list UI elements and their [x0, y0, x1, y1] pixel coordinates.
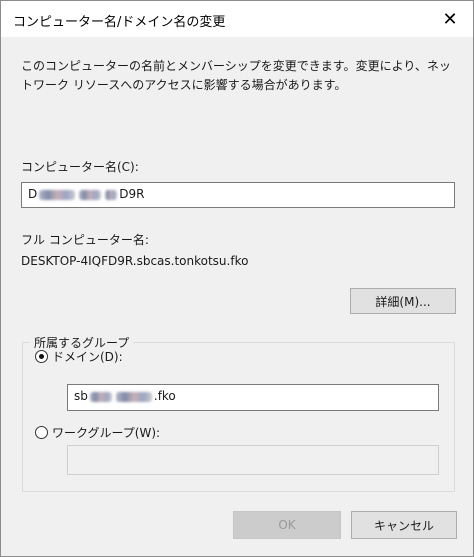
close-icon: ✕ — [442, 8, 458, 30]
workgroup-label[interactable]: ワークグループ(W): — [52, 424, 160, 441]
description-text: このコンピューターの名前とメンバーシップを変更できます。変更により、ネットワーク… — [21, 59, 451, 92]
redacted-text — [89, 391, 112, 402]
full-computer-name-value: DESKTOP-4IQFD9R.sbcas.tonkotsu.fko — [21, 254, 249, 268]
computer-name-input[interactable]: D D9R — [21, 182, 455, 208]
redacted-text — [79, 189, 102, 200]
radio-selected-dot — [39, 354, 44, 359]
dialog-title: コンピューター名/ドメイン名の変更 — [13, 15, 226, 30]
computer-name-label: コンピューター名(C): — [21, 160, 139, 174]
details-button[interactable]: 詳細(M)... — [350, 288, 456, 314]
ok-button: OK — [233, 511, 341, 539]
redacted-text — [39, 189, 76, 200]
cancel-button[interactable]: キャンセル — [351, 511, 457, 539]
close-button[interactable]: ✕ — [427, 1, 473, 37]
workgroup-radio[interactable] — [35, 426, 48, 439]
domain-radio[interactable] — [35, 350, 48, 363]
workgroup-input — [67, 445, 439, 475]
domain-input[interactable]: sb .fko — [67, 384, 439, 411]
full-computer-name-label: フル コンピューター名: — [21, 233, 149, 247]
redacted-text — [115, 391, 152, 402]
title-bar: コンピューター名/ドメイン名の変更 ✕ — [1, 1, 473, 37]
domain-label[interactable]: ドメイン(D): — [52, 348, 123, 365]
change-computer-name-dialog: コンピューター名/ドメイン名の変更 ✕ このコンピューターの名前とメンバーシップ… — [0, 0, 474, 557]
redacted-text — [105, 189, 118, 200]
